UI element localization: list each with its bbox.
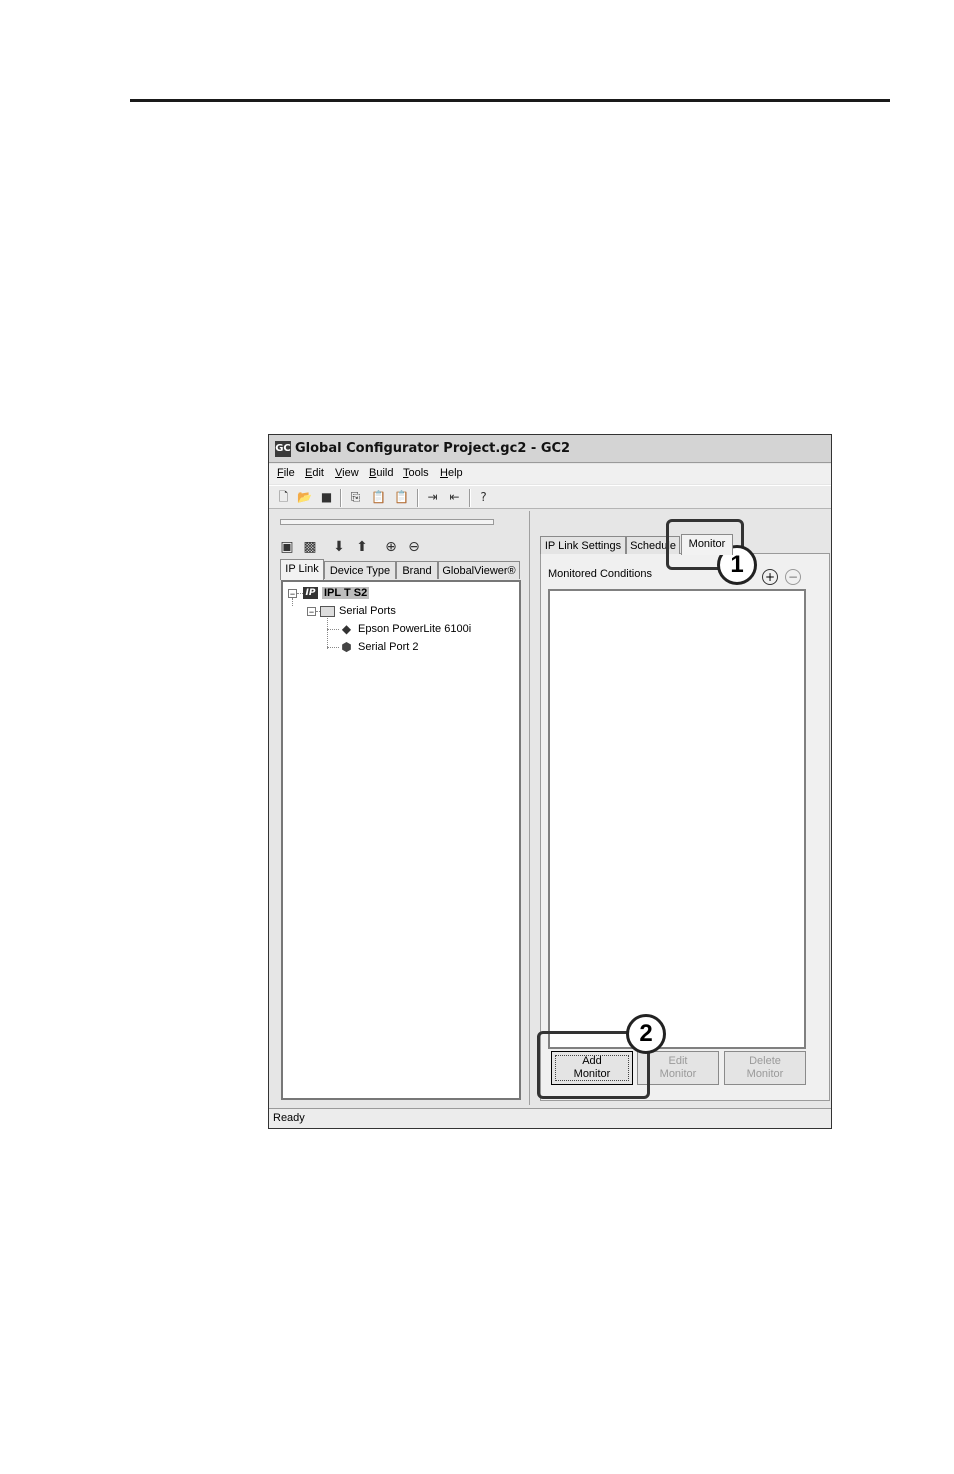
- toolbar-separator: [340, 489, 342, 507]
- toolbar-separator: [469, 489, 471, 507]
- export-icon[interactable]: ⇥: [424, 489, 441, 506]
- ip-link-icon: IP: [303, 587, 318, 600]
- delete-monitor-button[interactable]: Delete Monitor: [724, 1051, 806, 1085]
- paste-special-icon[interactable]: 📋: [393, 489, 410, 506]
- tree-root-label: IPL T S2: [322, 587, 370, 599]
- add-condition-icon[interactable]: +: [762, 569, 778, 585]
- status-bar: Ready: [269, 1108, 831, 1128]
- copy-icon[interactable]: ⎘: [347, 489, 364, 506]
- tab-ip-link-settings[interactable]: IP Link Settings: [540, 536, 626, 554]
- menu-view[interactable]: View: [335, 467, 359, 479]
- menu-bar: File Edit View Build Tools Help: [269, 464, 831, 484]
- tree-item-root[interactable]: IP IPL T S2: [303, 585, 370, 601]
- collapse-folder-icon[interactable]: −: [307, 607, 316, 617]
- toolbar-separator: [417, 489, 419, 507]
- collapse-all-icon[interactable]: ⊖: [405, 538, 423, 556]
- add-device-icon[interactable]: ▣: [278, 538, 296, 556]
- tree-item-epson[interactable]: ◆ Epson PowerLite 6100i: [339, 621, 471, 637]
- menu-edit[interactable]: Edit: [305, 467, 324, 479]
- menu-help[interactable]: Help: [440, 467, 463, 479]
- tree-folder-label: Serial Ports: [339, 605, 396, 617]
- expand-all-icon[interactable]: ⊕: [382, 538, 400, 556]
- toolbar: 🗋 📂 ■ ⎘ 📋 📋 ⇥ ⇤ ?: [269, 485, 831, 509]
- page-header-rule: [130, 99, 890, 102]
- app-icon: GC: [275, 441, 291, 457]
- help-icon[interactable]: ?: [475, 489, 492, 506]
- title-bar: GC Global Configurator Project.gc2 - GC2: [269, 435, 831, 463]
- tree-connector: [292, 598, 293, 606]
- remove-condition-icon[interactable]: −: [785, 569, 801, 585]
- tree-child-label: Serial Port 2: [358, 641, 419, 653]
- menu-file[interactable]: File: [277, 467, 295, 479]
- tab-brand[interactable]: Brand: [396, 561, 438, 579]
- import-icon[interactable]: ⇤: [446, 489, 463, 506]
- move-up-icon[interactable]: ⬆: [353, 538, 371, 556]
- new-file-icon[interactable]: 🗋: [275, 489, 292, 506]
- save-icon[interactable]: ■: [318, 489, 335, 506]
- tab-ip-link[interactable]: IP Link: [280, 559, 324, 580]
- open-folder-icon[interactable]: 📂: [296, 489, 313, 506]
- device-tree[interactable]: − IP IPL T S2 − Serial Ports ◆ Epson Power…: [281, 580, 521, 1100]
- tree-connector: [327, 647, 339, 648]
- tab-device-type[interactable]: Device Type: [324, 561, 396, 579]
- move-down-icon[interactable]: ⬇: [330, 538, 348, 556]
- right-pane: IP Link Settings Schedule Monitor Monito…: [532, 511, 831, 1105]
- tree-child-label: Epson PowerLite 6100i: [358, 623, 472, 635]
- monitored-conditions-label: Monitored Conditions: [548, 568, 652, 580]
- menu-build[interactable]: Build: [369, 467, 393, 479]
- remove-device-icon[interactable]: ▩: [301, 538, 319, 556]
- tree-item-folder[interactable]: Serial Ports: [320, 603, 396, 619]
- progress-strip: [280, 519, 494, 525]
- menu-tools[interactable]: Tools: [403, 467, 429, 479]
- left-pane: ▣ ▩ ⬇ ⬆ ⊕ ⊖ IP Link Device Type Brand Gl…: [272, 511, 530, 1105]
- serial-port-icon: ⬢: [341, 640, 352, 655]
- status-text: Ready: [273, 1112, 305, 1124]
- tab-globalviewer[interactable]: GlobalViewer®: [438, 561, 520, 579]
- tree-item-serial-port-2[interactable]: ⬢ Serial Port 2: [339, 639, 419, 655]
- folder-icon: [320, 605, 335, 617]
- callout-2-number: 2: [626, 1014, 666, 1054]
- tree-connector: [327, 618, 328, 649]
- tree-connector: [327, 629, 339, 630]
- app-window: GC Global Configurator Project.gc2 - GC2…: [268, 434, 832, 1129]
- projector-icon: ◆: [341, 622, 352, 637]
- collapse-root-icon[interactable]: −: [288, 589, 297, 599]
- paste-icon[interactable]: 📋: [370, 489, 387, 506]
- monitored-conditions-list[interactable]: [548, 589, 806, 1049]
- window-title: Global Configurator Project.gc2 - GC2: [295, 441, 571, 456]
- tab-monitor[interactable]: Monitor: [681, 534, 733, 555]
